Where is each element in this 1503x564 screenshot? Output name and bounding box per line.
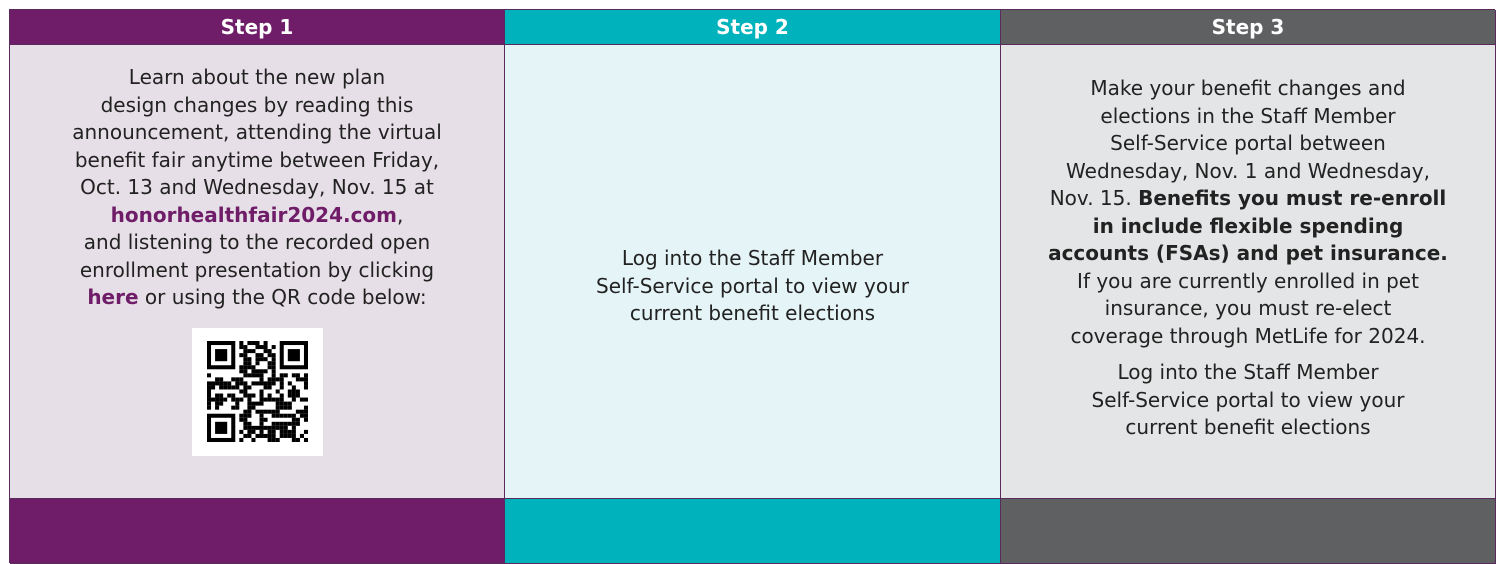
- step1-line: and listening to the recorded open: [83, 230, 431, 254]
- steps-table: Step 1 Step 2 Step 3 Learn about the new…: [9, 9, 1496, 564]
- step3-mixed-before: Nov. 15.: [1049, 186, 1139, 210]
- step1-body: Learn about the new plan design changes …: [10, 45, 505, 499]
- step3-line: current benefit elections: [1125, 415, 1371, 439]
- step2-text: Log into the Staff Member Self-Service p…: [596, 245, 909, 328]
- step2-footer: [505, 499, 1001, 564]
- step3-line: Make your benefit changes and: [1090, 76, 1406, 100]
- step3-line: Wednesday, Nov. 1 and Wednesday,: [1066, 158, 1430, 183]
- step1-fair-line: honorhealthfair2024.com,: [20, 202, 494, 230]
- step3-line: Self-Service portal between: [1110, 131, 1386, 155]
- fair-link-comma: ,: [397, 202, 404, 227]
- qr-code-icon: [206, 341, 308, 442]
- step1-footer: [10, 499, 505, 564]
- step3-bold-2: in include flexible spending: [1092, 213, 1404, 238]
- qr-code[interactable]: [191, 327, 323, 456]
- step3-line: Self-Service portal to view your: [1091, 387, 1405, 412]
- step3-mixed-line: Nov. 15. Benefits you must re-enroll: [1011, 185, 1485, 213]
- step3-header-label: Step 3: [1211, 15, 1285, 39]
- step3-line: insurance, you must re-elect: [1104, 296, 1392, 320]
- step3-header: Step 3: [1001, 10, 1496, 45]
- step1-header: Step 1: [10, 10, 505, 45]
- step1-line: enrollment presentation by clicking: [79, 257, 435, 282]
- step2-line: current benefit elections: [629, 301, 876, 326]
- step1-header-label: Step 1: [220, 15, 294, 39]
- benefit-fair-link[interactable]: honorhealthfair2024.com: [111, 203, 397, 227]
- step3-line: elections in the Staff Member: [1100, 103, 1396, 128]
- presentation-here-link[interactable]: here: [87, 285, 138, 309]
- step3-bold-1: Benefits you must re-enroll: [1138, 186, 1447, 210]
- step1-line: Oct. 13 and Wednesday, Nov. 15 at: [80, 175, 434, 199]
- step1-line: Learn about the new plan: [128, 65, 386, 89]
- step1-line: design changes by reading this: [100, 92, 414, 117]
- step2-line: Log into the Staff Member: [621, 246, 884, 271]
- step3-line: coverage through MetLife for 2024.: [1070, 323, 1426, 348]
- step3-footer: [1001, 499, 1496, 564]
- step2-body: Log into the Staff Member Self-Service p…: [505, 45, 1001, 499]
- step2-line: Self-Service portal to view your: [596, 273, 909, 298]
- here-link-after: or using the QR code below:: [138, 285, 427, 309]
- step3-bold-3: accounts (FSAs) and pet insurance.: [1048, 241, 1448, 265]
- step1-here-line: here or using the QR code below:: [20, 284, 494, 312]
- step2-header: Step 2: [505, 10, 1001, 45]
- step2-header-label: Step 2: [716, 15, 789, 39]
- step3-line: Log into the Staff Member: [1117, 360, 1379, 384]
- step3-line: If you are currently enrolled in pet: [1077, 268, 1419, 293]
- step3-body: Make your benefit changes and elections …: [1001, 45, 1496, 499]
- step1-line: announcement, attending the virtual: [72, 120, 442, 144]
- step1-line: benefit fair anytime between Friday,: [74, 147, 440, 172]
